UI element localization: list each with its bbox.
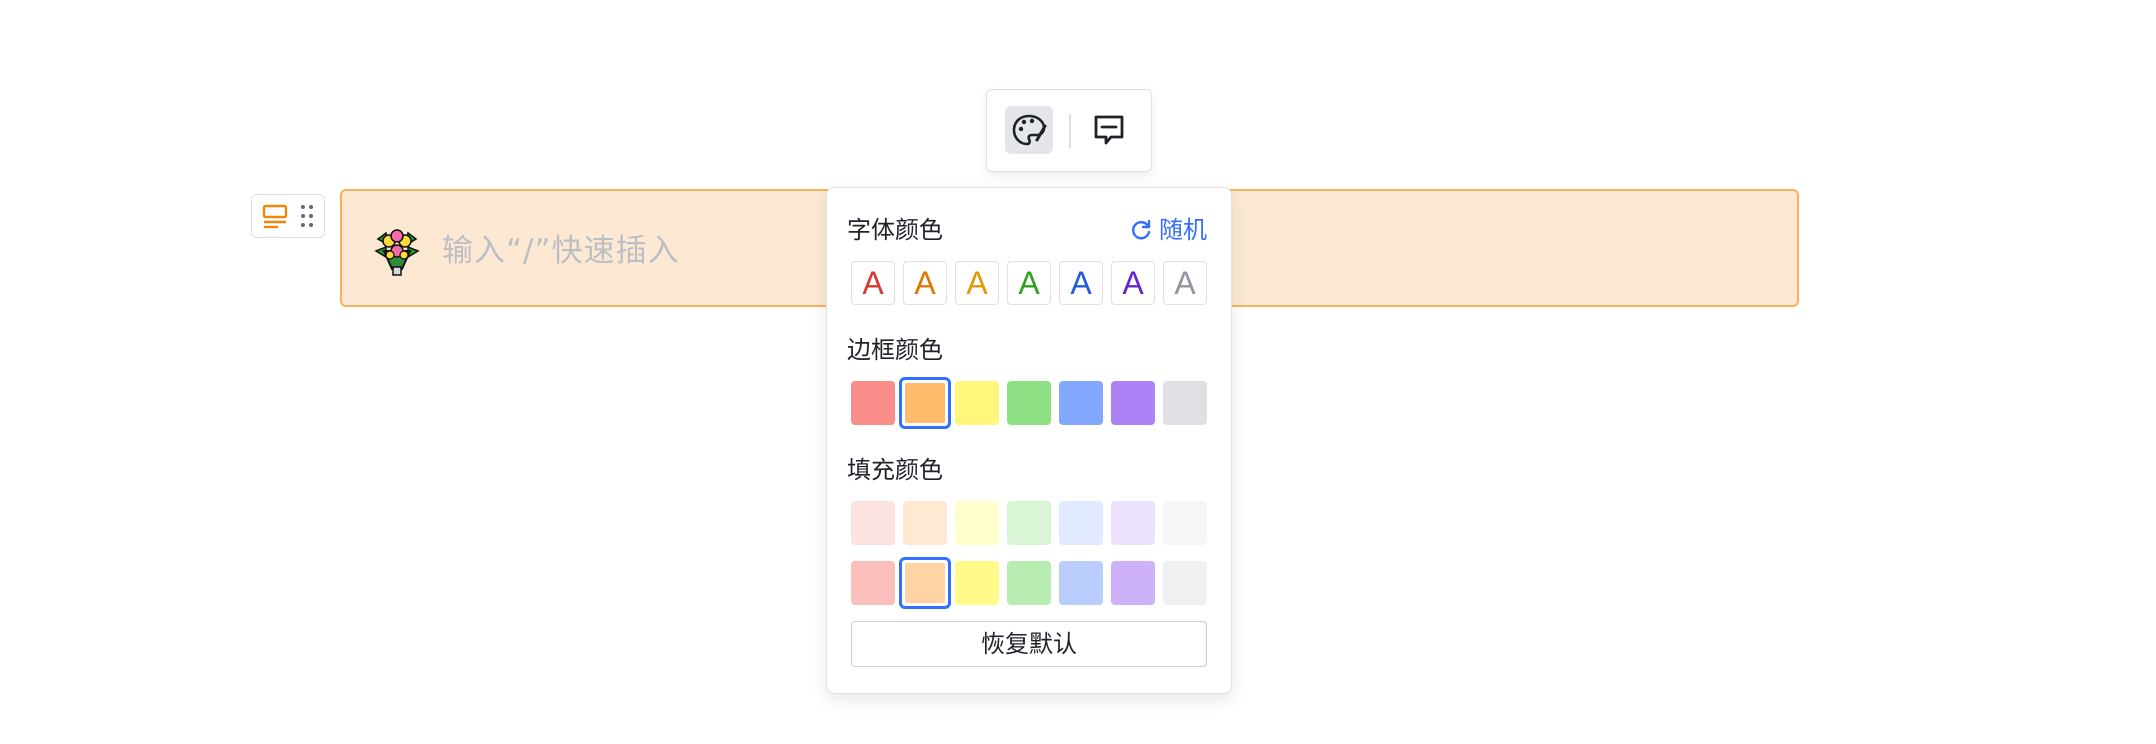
font-color-swatch[interactable]: A (1007, 261, 1051, 305)
border-color-swatch[interactable] (1111, 381, 1155, 425)
fill-color-swatch[interactable] (955, 501, 999, 545)
font-color-swatch[interactable]: A (1059, 261, 1103, 305)
border-color-swatch[interactable] (1007, 381, 1051, 425)
refresh-icon (1132, 219, 1151, 240)
reset-default-button[interactable]: 恢复默认 (851, 621, 1207, 667)
fill-color-swatch[interactable] (851, 501, 895, 545)
random-label: 随机 (1159, 216, 1207, 244)
font-color-swatch[interactable]: A (955, 261, 999, 305)
fill-color-swatch[interactable] (1163, 501, 1207, 545)
fill-color-swatch[interactable] (851, 561, 895, 605)
color-palette-button[interactable] (1005, 106, 1053, 154)
palette-icon (1012, 114, 1047, 146)
border-color-swatch[interactable] (955, 381, 999, 425)
toolbar-divider (1069, 114, 1071, 148)
comment-button[interactable] (1085, 106, 1133, 154)
fill-color-swatch[interactable] (1059, 501, 1103, 545)
font-color-swatch[interactable]: A (903, 261, 947, 305)
border-color-row (851, 377, 1207, 429)
callout-block-icon[interactable] (262, 202, 290, 230)
fill-color-swatch[interactable] (1111, 501, 1155, 545)
fill-color-row-medium (851, 557, 1207, 609)
fill-color-swatch[interactable] (955, 561, 999, 605)
font-color-swatch[interactable]: A (851, 261, 895, 305)
drag-handle-icon[interactable] (300, 204, 314, 228)
floating-toolbar (986, 89, 1152, 172)
fill-color-swatch[interactable] (903, 501, 947, 545)
border-color-swatch[interactable] (899, 377, 951, 429)
font-color-title: 字体颜色 (847, 216, 943, 244)
fill-color-swatch[interactable] (899, 557, 951, 609)
fill-color-swatch[interactable] (1059, 561, 1103, 605)
editor-canvas: 输入“/”快速插入 字体颜色 随机 A A A A A A A 边框颜色 填充颜… (0, 0, 2156, 744)
random-color-button[interactable]: 随机 (1129, 214, 1207, 246)
callout-placeholder[interactable]: 输入“/”快速插入 (442, 231, 680, 271)
fill-color-swatch[interactable] (1007, 561, 1051, 605)
comment-icon (1094, 115, 1124, 145)
fill-color-title: 填充颜色 (847, 456, 943, 484)
border-color-swatch[interactable] (1163, 381, 1207, 425)
bouquet-icon[interactable] (372, 227, 422, 277)
fill-color-row-light (851, 501, 1207, 545)
fill-color-swatch[interactable] (1007, 501, 1051, 545)
font-color-row: AAAAAAA (851, 261, 1207, 305)
fill-color-swatch[interactable] (1111, 561, 1155, 605)
font-color-swatch[interactable]: A (1163, 261, 1207, 305)
fill-color-swatch[interactable] (1163, 561, 1207, 605)
border-color-swatch[interactable] (1059, 381, 1103, 425)
border-color-swatch[interactable] (851, 381, 895, 425)
color-picker-panel: 字体颜色 随机 AAAAAAA 边框颜色 填充颜色 恢复默认 (826, 187, 1232, 694)
border-color-title: 边框颜色 (847, 336, 943, 364)
block-handle[interactable] (251, 194, 325, 238)
font-color-swatch[interactable]: A (1111, 261, 1155, 305)
